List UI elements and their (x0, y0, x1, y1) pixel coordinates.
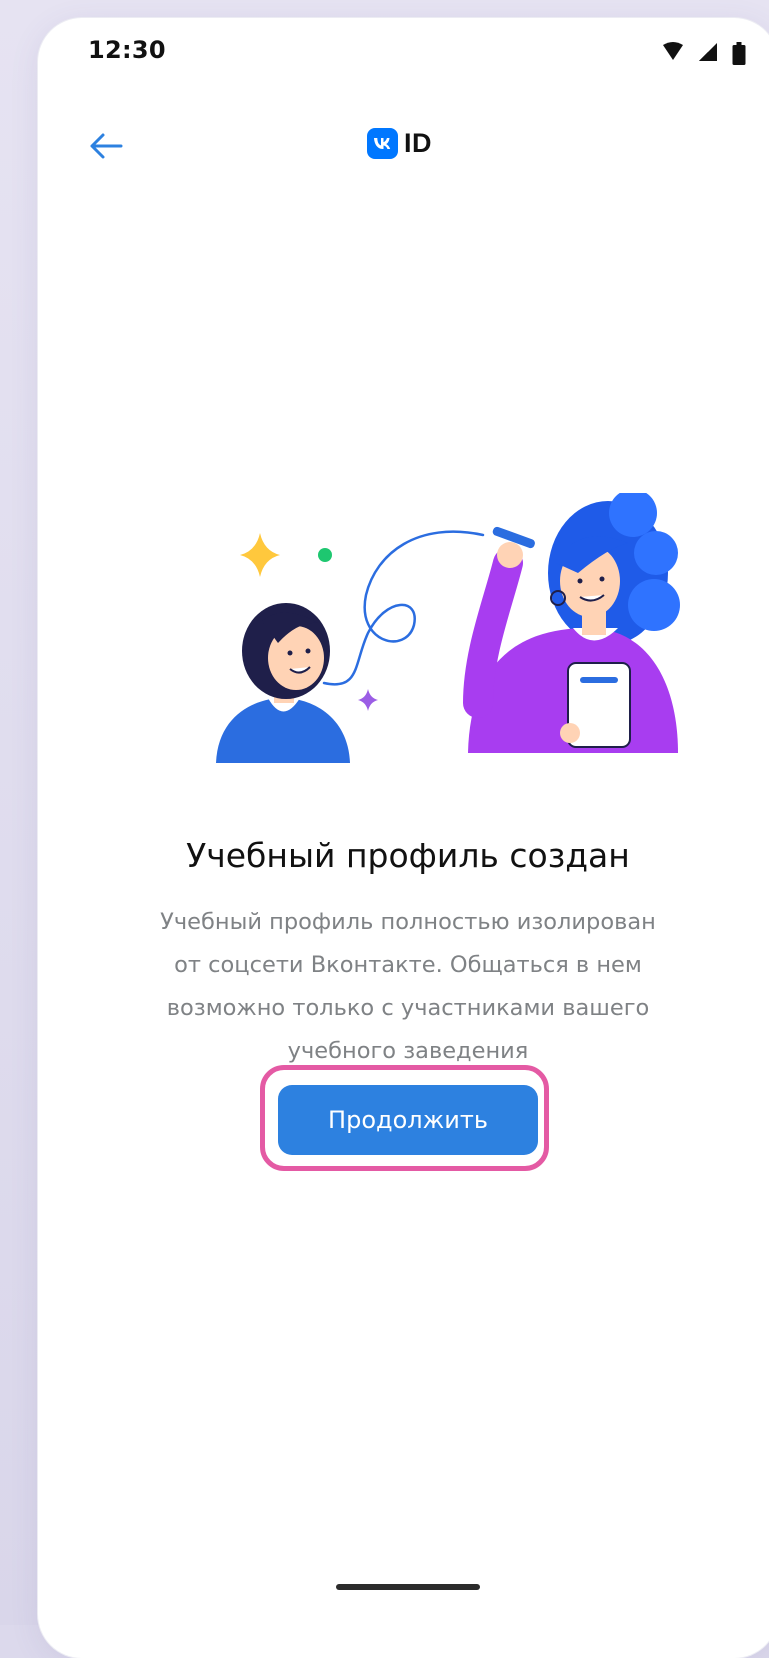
vk-id-logo: ID (367, 128, 432, 159)
signal-icon (698, 42, 718, 66)
wifi-icon (662, 42, 684, 66)
logo-text: ID (404, 128, 432, 158)
illustration (178, 489, 698, 813)
description-line: возможно только с участниками вашего (166, 995, 650, 1021)
description-line: Учебный профиль полностью изолирован (160, 909, 656, 935)
page-title: Учебный профиль создан (186, 836, 630, 875)
sparkle-icon (240, 533, 280, 577)
phone-screen: 12:30 ID Учебный профиль создан Учебный … (38, 18, 769, 1658)
arrow-left-icon (90, 133, 123, 159)
home-indicator[interactable] (336, 1584, 480, 1590)
drawn-line (322, 530, 485, 686)
continue-button[interactable]: Продолжить (278, 1085, 538, 1155)
teacher-illustration (463, 489, 680, 753)
sparkle-small-icon (358, 689, 378, 711)
app-header: ID (38, 114, 769, 174)
status-icons (662, 42, 746, 66)
green-dot-icon (318, 548, 332, 562)
page-description: Учебный профиль полностью изолирован от … (98, 901, 718, 1073)
status-time: 12:30 (88, 36, 166, 64)
back-button[interactable] (82, 122, 130, 170)
vk-logo-icon (367, 128, 398, 159)
description-line: от соцсети Вконтакте. Общаться в нем (174, 952, 642, 978)
battery-icon (732, 42, 746, 66)
status-bar: 12:30 (38, 18, 769, 88)
